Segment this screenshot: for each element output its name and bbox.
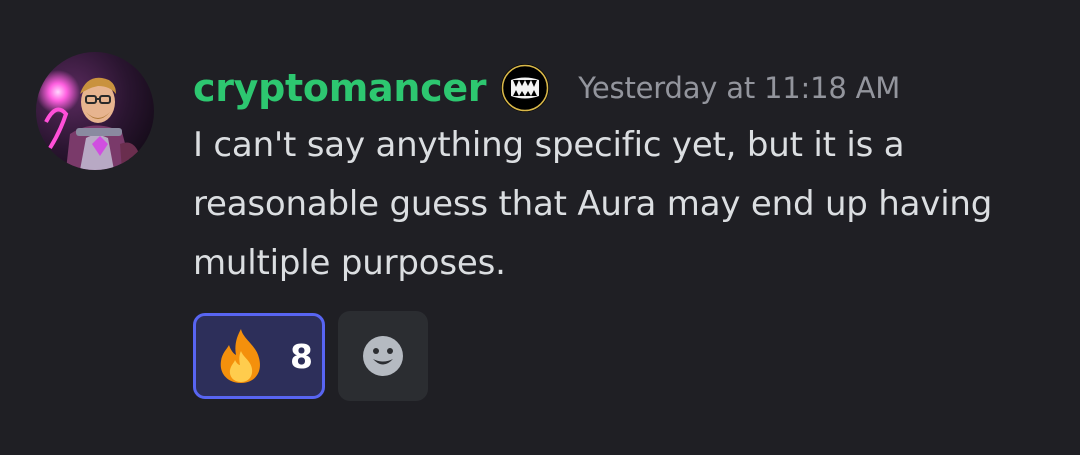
message-header: cryptomancer Yesterday at 11:18 AM	[193, 58, 900, 118]
smiley-face-icon	[363, 336, 403, 376]
reaction-count: 8	[290, 336, 313, 376]
fire-icon	[210, 325, 272, 387]
message-timestamp[interactable]: Yesterday at 11:18 AM	[578, 71, 900, 105]
reaction-fire[interactable]: 8	[193, 313, 325, 399]
chat-message: cryptomancer Yesterday at 11:18 AM I can…	[0, 0, 1080, 455]
avatar[interactable]	[36, 52, 154, 170]
add-reaction-button[interactable]	[338, 311, 428, 401]
reaction-bar: 8	[193, 311, 428, 401]
wizard-avatar-icon	[36, 52, 154, 170]
fanged-mouth-badge-icon[interactable]	[500, 63, 550, 113]
username[interactable]: cryptomancer	[193, 66, 487, 110]
message-content: I can't say anything specific yet, but i…	[193, 125, 993, 283]
